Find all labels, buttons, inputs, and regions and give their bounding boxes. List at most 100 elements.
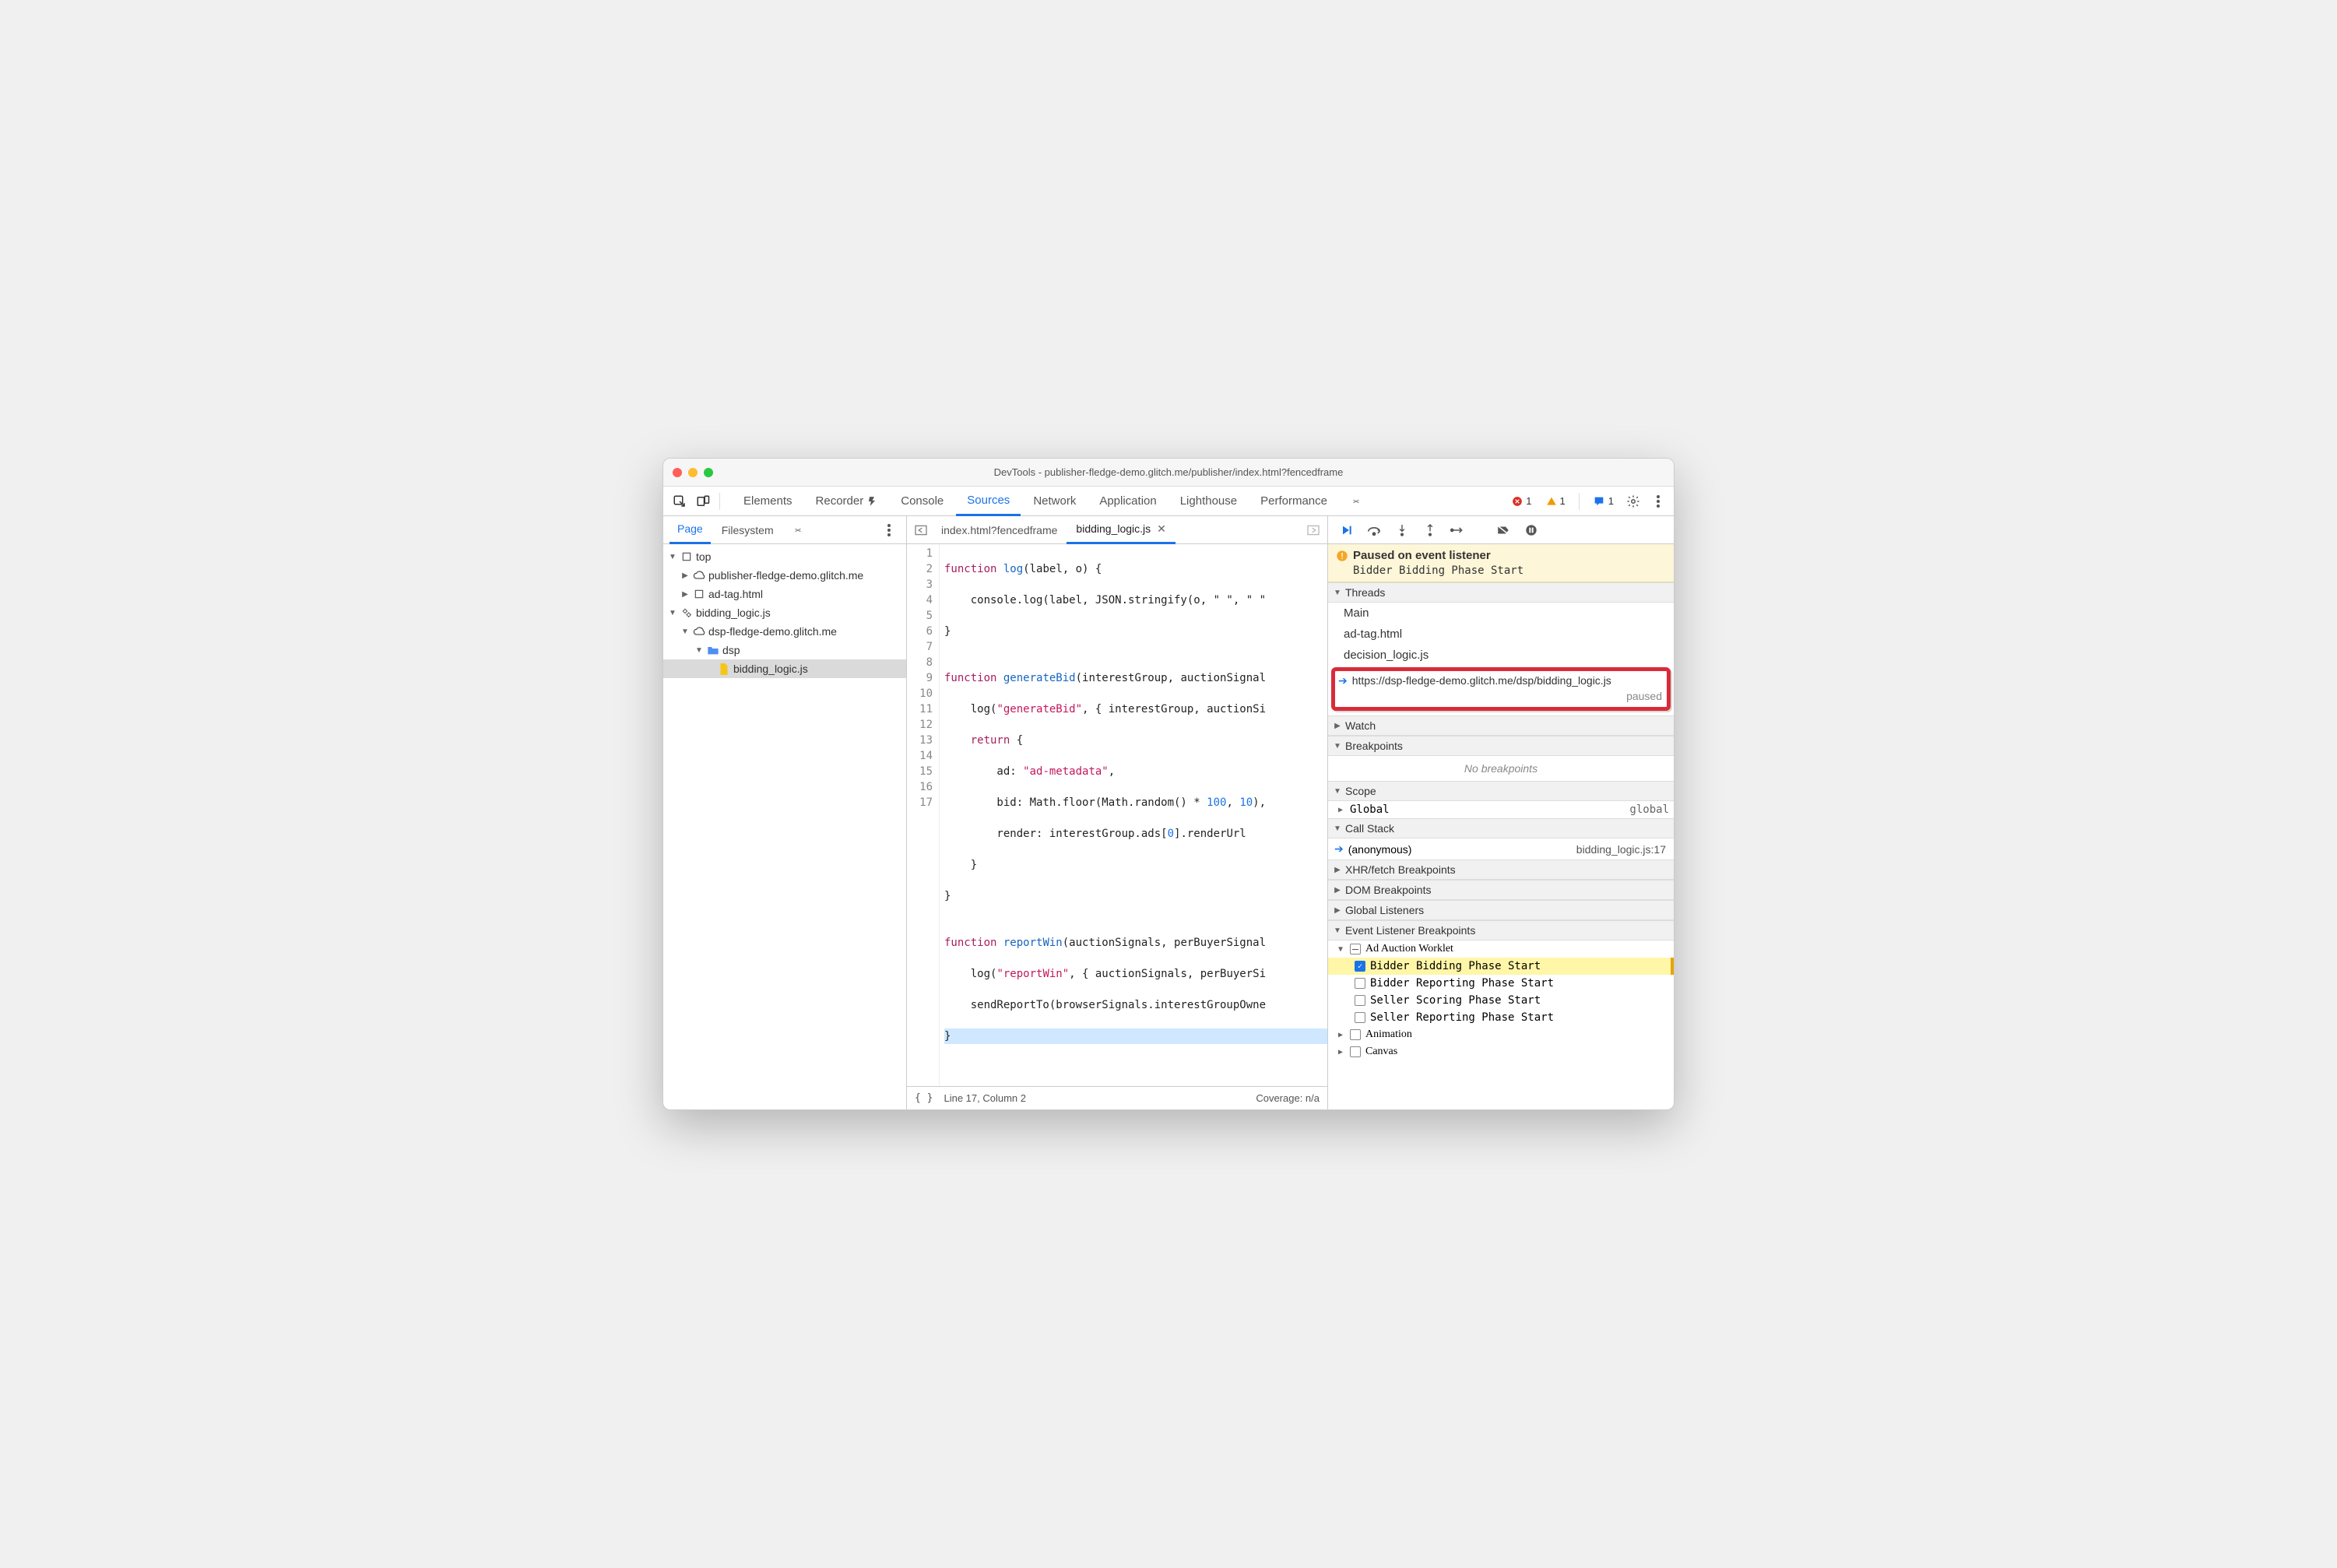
checkbox[interactable] xyxy=(1350,1029,1361,1040)
tab-performance[interactable]: Performance xyxy=(1249,487,1338,516)
section-breakpoints[interactable]: ▼Breakpoints xyxy=(1328,736,1674,756)
no-breakpoints-text: No breakpoints xyxy=(1328,756,1674,781)
step-over-icon[interactable] xyxy=(1362,519,1386,542)
tree-origin-dsp[interactable]: ▼ dsp-fledge-demo.glitch.me xyxy=(663,622,906,641)
kebab-menu-icon[interactable] xyxy=(1647,490,1669,512)
checkbox[interactable] xyxy=(1350,1046,1361,1057)
thread-main[interactable]: Main xyxy=(1328,603,1674,624)
history-back-icon[interactable] xyxy=(910,519,932,541)
tab-application[interactable]: Application xyxy=(1088,487,1167,516)
section-callstack[interactable]: ▼Call Stack xyxy=(1328,818,1674,838)
tree-worklet[interactable]: ▼ bidding_logic.js xyxy=(663,603,906,622)
editor-pane: index.html?fencedframe bidding_logic.js … xyxy=(907,516,1327,1109)
tree-folder-dsp[interactable]: ▼ dsp xyxy=(663,641,906,659)
issues-pill[interactable]: 1 xyxy=(1587,494,1619,509)
errors-pill[interactable]: 1 xyxy=(1506,494,1537,508)
gears-icon xyxy=(680,606,693,619)
checkbox-checked[interactable]: ✓ xyxy=(1355,961,1365,972)
format-icon[interactable]: { } xyxy=(915,1092,933,1104)
tab-console[interactable]: Console xyxy=(890,487,954,516)
debugger-toolbar xyxy=(1328,516,1674,544)
ev-item-bidder-reporting[interactable]: Bidder Reporting Phase Start xyxy=(1328,975,1674,992)
checkbox[interactable] xyxy=(1355,1012,1365,1023)
tab-sources[interactable]: Sources xyxy=(956,487,1021,516)
ev-group-canvas[interactable]: ▶ Canvas xyxy=(1328,1043,1674,1060)
top-toolbar: Elements Recorder Console Sources Networ… xyxy=(663,487,1674,516)
frame-icon xyxy=(693,588,705,600)
nav-kebab-icon[interactable] xyxy=(878,519,900,541)
more-editor-tabs-icon[interactable] xyxy=(1302,519,1324,541)
debugger-pane: Paused on event listener Bidder Bidding … xyxy=(1327,516,1674,1109)
tab-recorder[interactable]: Recorder xyxy=(805,487,889,516)
inspect-element-icon[interactable] xyxy=(668,490,691,513)
ev-item-seller-reporting[interactable]: Seller Reporting Phase Start xyxy=(1328,1009,1674,1026)
mixed-checkbox[interactable] xyxy=(1350,944,1361,955)
tab-elements[interactable]: Elements xyxy=(733,487,803,516)
nav-tab-page[interactable]: Page xyxy=(669,516,711,544)
file-icon xyxy=(718,663,730,675)
nav-tab-filesystem[interactable]: Filesystem xyxy=(714,516,782,544)
cloud-icon xyxy=(693,625,705,638)
coverage-status: Coverage: n/a xyxy=(1256,1092,1320,1104)
separator xyxy=(1579,493,1580,510)
code-editor[interactable]: 1234567891011121314151617 function log(l… xyxy=(907,544,1327,1086)
section-event-listener-bp[interactable]: ▼Event Listener Breakpoints xyxy=(1328,920,1674,940)
settings-icon[interactable] xyxy=(1622,490,1644,512)
panel-tabs: Elements Recorder Console Sources Networ… xyxy=(733,487,1372,516)
scope-global[interactable]: ▶Global global xyxy=(1328,801,1674,818)
ev-item-bidder-bidding[interactable]: ✓ Bidder Bidding Phase Start xyxy=(1328,958,1674,975)
toolbar-right: 1 1 1 xyxy=(1506,490,1669,512)
chevron-down-icon: ▼ xyxy=(668,553,677,561)
tree-origin-pub[interactable]: ▶ publisher-fledge-demo.glitch.me xyxy=(663,566,906,585)
current-frame-arrow-icon: ➔ xyxy=(1334,842,1344,856)
code-body[interactable]: function log(label, o) { console.log(lab… xyxy=(940,544,1327,1086)
current-thread-arrow-icon: ➔ xyxy=(1338,674,1348,687)
editor-statusbar: { } Line 17, Column 2 Coverage: n/a xyxy=(907,1086,1327,1109)
info-icon xyxy=(1336,550,1348,562)
thread-decision[interactable]: decision_logic.js xyxy=(1328,645,1674,666)
close-tab-icon[interactable]: ✕ xyxy=(1157,522,1166,536)
nav-tab-more-icon[interactable] xyxy=(785,516,811,544)
devtools-window: DevTools - publisher-fledge-demo.glitch.… xyxy=(662,458,1675,1110)
resume-icon[interactable] xyxy=(1334,519,1358,542)
section-scope[interactable]: ▼Scope xyxy=(1328,781,1674,801)
tree-frame-top[interactable]: ▼ top xyxy=(663,547,906,566)
thread-adtag[interactable]: ad-tag.html xyxy=(1328,624,1674,645)
more-tabs-icon[interactable] xyxy=(1340,487,1372,516)
tree-file-bidding-logic[interactable]: bidding_logic.js xyxy=(663,659,906,678)
editor-tab-index[interactable]: index.html?fencedframe xyxy=(932,516,1067,544)
editor-tabs: index.html?fencedframe bidding_logic.js … xyxy=(907,516,1327,544)
section-watch[interactable]: ▶Watch xyxy=(1328,715,1674,736)
ev-group-adauction[interactable]: ▼ Ad Auction Worklet xyxy=(1328,940,1674,958)
section-xhr[interactable]: ▶XHR/fetch Breakpoints xyxy=(1328,860,1674,880)
folder-icon xyxy=(707,644,719,656)
device-toolbar-icon[interactable] xyxy=(691,490,715,513)
checkbox[interactable] xyxy=(1355,978,1365,989)
tab-lighthouse[interactable]: Lighthouse xyxy=(1169,487,1248,516)
editor-tab-bidding[interactable]: bidding_logic.js ✕ xyxy=(1067,516,1175,544)
deactivate-breakpoints-icon[interactable] xyxy=(1492,519,1515,542)
tree-frame-adtag[interactable]: ▶ ad-tag.html xyxy=(663,585,906,603)
checkbox[interactable] xyxy=(1355,995,1365,1006)
cloud-icon xyxy=(693,569,705,582)
line-gutter: 1234567891011121314151617 xyxy=(907,544,940,1086)
frame-icon xyxy=(680,550,693,563)
warnings-pill[interactable]: 1 xyxy=(1541,494,1571,508)
chevron-down-icon: ▼ xyxy=(680,628,690,636)
ev-group-animation[interactable]: ▶ Animation xyxy=(1328,1026,1674,1043)
section-global-listeners[interactable]: ▶Global Listeners xyxy=(1328,900,1674,920)
callstack-frame[interactable]: ➔ (anonymous) bidding_logic.js:17 xyxy=(1328,838,1674,860)
thread-highlighted[interactable]: ➔ https://dsp-fledge-demo.glitch.me/dsp/… xyxy=(1331,667,1671,711)
section-dom[interactable]: ▶DOM Breakpoints xyxy=(1328,880,1674,900)
step-into-icon[interactable] xyxy=(1390,519,1414,542)
chevron-right-icon: ▶ xyxy=(680,571,690,580)
file-tree: ▼ top ▶ publisher-fledge-demo.glitch.me … xyxy=(663,544,906,1109)
step-out-icon[interactable] xyxy=(1418,519,1442,542)
step-icon[interactable] xyxy=(1446,519,1470,542)
tab-network[interactable]: Network xyxy=(1022,487,1087,516)
separator xyxy=(719,493,720,510)
pause-on-exception-icon[interactable] xyxy=(1520,519,1543,542)
cursor-position: Line 17, Column 2 xyxy=(944,1092,1026,1104)
ev-item-seller-scoring[interactable]: Seller Scoring Phase Start xyxy=(1328,992,1674,1009)
section-threads[interactable]: ▼Threads xyxy=(1328,582,1674,603)
